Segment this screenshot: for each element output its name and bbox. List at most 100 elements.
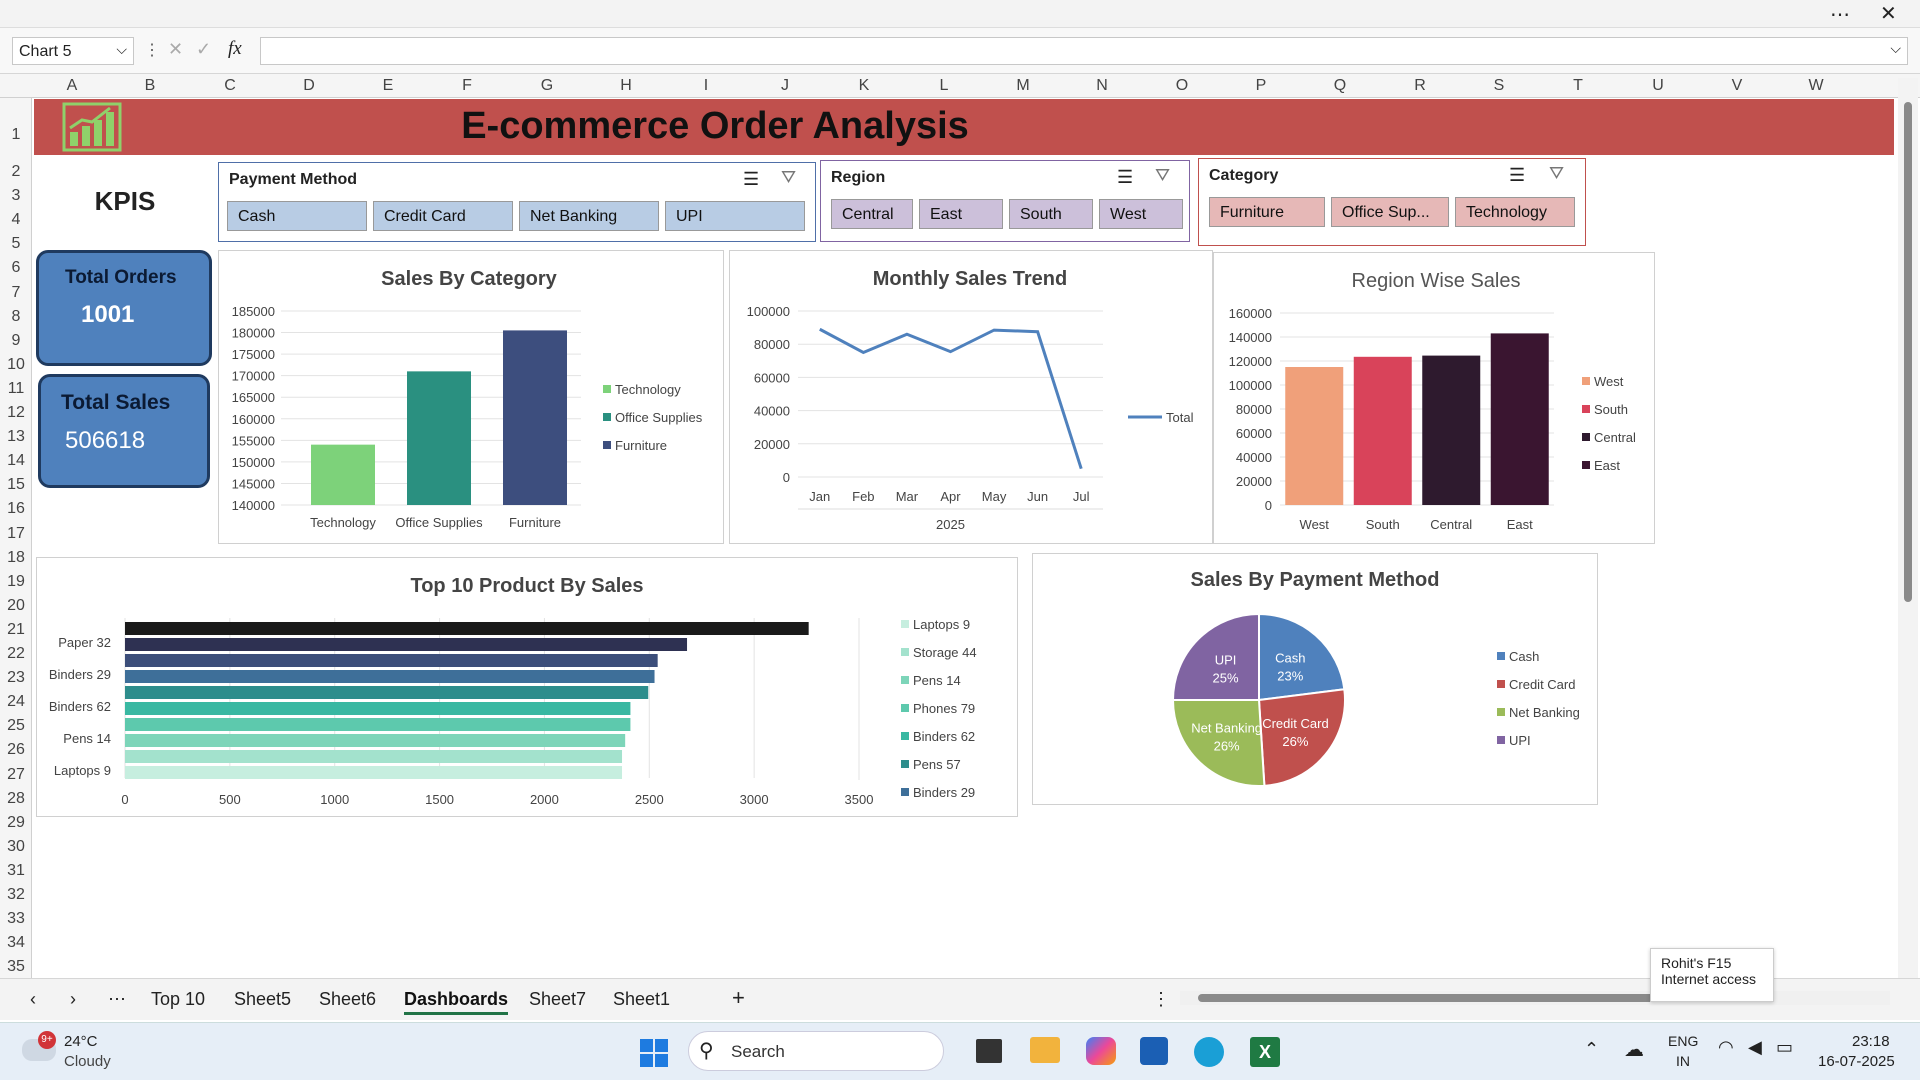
multi-select-icon[interactable]: ☰ [1117, 167, 1133, 188]
slicer-item-office-supplies[interactable]: Office Sup... [1331, 197, 1449, 227]
horizontal-scrollbar[interactable] [1180, 991, 1890, 1005]
column-header-J[interactable]: J [775, 77, 795, 95]
taskbar-search[interactable]: ⚲ Search [688, 1031, 944, 1071]
column-header-N[interactable]: N [1092, 77, 1112, 95]
row-header-19[interactable]: 19 [0, 573, 32, 591]
row-header-32[interactable]: 32 [0, 886, 32, 904]
multi-select-icon[interactable]: ☰ [1509, 165, 1525, 186]
row-header-10[interactable]: 10 [0, 356, 32, 374]
excel-icon[interactable]: X [1250, 1037, 1280, 1067]
language-code[interactable]: ENG [1668, 1033, 1698, 1049]
tab-dashboards[interactable]: Dashboards [404, 989, 509, 1015]
chart-region-wise-sales[interactable]: Region Wise Sales 0 20000 40000 60000 80000 10… [1213, 252, 1655, 544]
chevron-down-icon[interactable]: ⌵ [116, 41, 127, 58]
row-header-18[interactable]: 18 [0, 549, 32, 567]
column-header-O[interactable]: O [1172, 77, 1192, 95]
chart-monthly-sales-trend[interactable]: Monthly Sales Trend 0 20000 40000 60000 80000… [729, 250, 1213, 544]
row-header-15[interactable]: 15 [0, 476, 32, 494]
tab-sheet5[interactable]: Sheet5 [234, 989, 291, 1010]
column-header-L[interactable]: L [934, 77, 954, 95]
row-header-14[interactable]: 14 [0, 452, 32, 470]
row-header-22[interactable]: 22 [0, 645, 32, 663]
slicer-item-technology[interactable]: Technology [1455, 197, 1575, 227]
slicer-item-south[interactable]: South [1009, 199, 1093, 229]
row-header-7[interactable]: 7 [0, 284, 32, 302]
multi-select-icon[interactable]: ☰ [743, 169, 759, 190]
formula-input[interactable]: ⌵ [260, 37, 1908, 65]
column-header-E[interactable]: E [378, 77, 398, 95]
row-header-21[interactable]: 21 [0, 621, 32, 639]
slicer-item-upi[interactable]: UPI [665, 201, 805, 231]
chart-sales-by-payment-method[interactable]: Sales By Payment Method Cash 23% Credit Car… [1032, 553, 1598, 805]
tab-sheet6[interactable]: Sheet6 [319, 989, 376, 1010]
row-header-29[interactable]: 29 [0, 814, 32, 832]
expand-formula-icon[interactable]: ⌵ [1890, 40, 1901, 57]
row-header-4[interactable]: 4 [0, 211, 32, 229]
column-header-D[interactable]: D [299, 77, 319, 95]
close-icon[interactable]: ✕ [1880, 1, 1897, 26]
tab-scroll-right-icon[interactable]: › [70, 989, 76, 1010]
clear-filter-icon[interactable]: ⛛ [781, 167, 796, 188]
slicer-item-cash[interactable]: Cash [227, 201, 367, 231]
row-header-6[interactable]: 6 [0, 259, 32, 277]
row-header-20[interactable]: 20 [0, 597, 32, 615]
slicer-item-credit-card[interactable]: Credit Card [373, 201, 513, 231]
file-explorer-icon[interactable] [1030, 1037, 1060, 1063]
add-sheet-icon[interactable]: + [732, 985, 745, 1011]
column-header-A[interactable]: A [62, 77, 82, 95]
column-header-V[interactable]: V [1727, 77, 1747, 95]
row-header-34[interactable]: 34 [0, 934, 32, 952]
column-header-G[interactable]: G [537, 77, 557, 95]
column-header-M[interactable]: M [1013, 77, 1033, 95]
column-header-R[interactable]: R [1410, 77, 1430, 95]
tab-options-icon[interactable]: ⋮ [1152, 989, 1170, 1010]
row-header-9[interactable]: 9 [0, 332, 32, 350]
column-header-P[interactable]: P [1251, 77, 1271, 95]
kpi-total-sales[interactable]: Total Sales 506618 [38, 374, 210, 488]
enter-icon[interactable]: ✓ [196, 39, 211, 60]
column-header-F[interactable]: F [457, 77, 477, 95]
volume-icon[interactable]: ◀ [1748, 1037, 1762, 1058]
row-header-27[interactable]: 27 [0, 766, 32, 784]
weather-desc[interactable]: Cloudy [64, 1053, 111, 1070]
chart-sales-by-category[interactable]: Sales By Category 140000 145000 150000 15500… [218, 250, 724, 544]
row-header-23[interactable]: 23 [0, 669, 32, 687]
slicer-item-east[interactable]: East [919, 199, 1003, 229]
row-header-2[interactable]: 2 [0, 163, 32, 181]
column-header-K[interactable]: K [854, 77, 874, 95]
column-header-B[interactable]: B [140, 77, 160, 95]
task-view-icon[interactable] [976, 1039, 1002, 1063]
row-header-3[interactable]: 3 [0, 187, 32, 205]
weather-temp[interactable]: 24°C [64, 1033, 98, 1050]
column-header-W[interactable]: W [1806, 77, 1826, 95]
tab-sheet7[interactable]: Sheet7 [529, 989, 586, 1010]
row-header-33[interactable]: 33 [0, 910, 32, 928]
column-header-H[interactable]: H [616, 77, 636, 95]
clear-filter-icon[interactable]: ⛛ [1549, 163, 1564, 184]
kpi-total-orders[interactable]: Total Orders 1001 [36, 250, 212, 366]
vertical-scrollbar[interactable] [1898, 78, 1918, 978]
row-header-25[interactable]: 25 [0, 717, 32, 735]
row-header-31[interactable]: 31 [0, 862, 32, 880]
slicer-item-west[interactable]: West [1099, 199, 1183, 229]
tab-sheet1[interactable]: Sheet1 [613, 989, 670, 1010]
wifi-icon[interactable]: ◠ [1718, 1037, 1734, 1058]
tab-scroll-left-icon[interactable]: ‹ [30, 989, 36, 1010]
windows-start-icon[interactable] [640, 1039, 668, 1067]
row-header-13[interactable]: 13 [0, 428, 32, 446]
row-header-5[interactable]: 5 [0, 235, 32, 253]
cancel-icon[interactable]: ✕ [168, 39, 183, 60]
clock-date[interactable]: 16-07-2025 [1818, 1053, 1895, 1070]
row-header-11[interactable]: 11 [0, 380, 32, 398]
horizontal-scroll-thumb[interactable] [1198, 994, 1678, 1002]
row-header-35[interactable]: 35 [0, 958, 32, 976]
row-header-30[interactable]: 30 [0, 838, 32, 856]
name-box[interactable]: Chart 5 ⌵ [12, 37, 134, 65]
fx-icon[interactable]: fx [228, 38, 242, 60]
more-options-icon[interactable]: ⋯ [1830, 2, 1850, 27]
vertical-scroll-thumb[interactable] [1904, 102, 1912, 602]
slicer-item-central[interactable]: Central [831, 199, 913, 229]
row-header-12[interactable]: 12 [0, 404, 32, 422]
show-hidden-icons-icon[interactable]: ⌃ [1584, 1039, 1599, 1060]
column-header-C[interactable]: C [220, 77, 240, 95]
